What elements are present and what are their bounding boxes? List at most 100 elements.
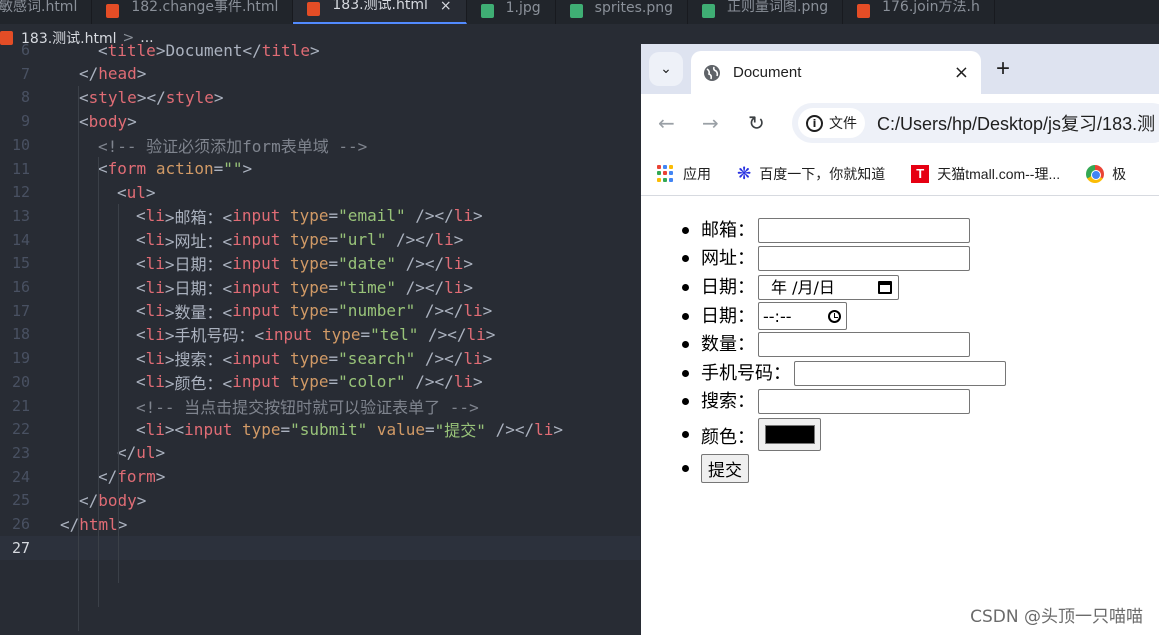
code-string-token: "url" bbox=[338, 230, 387, 250]
code-content: < li >日期：< input type = "time" /></li > bbox=[136, 275, 473, 299]
code-attr-token: type bbox=[290, 277, 329, 297]
code-text-token: > bbox=[553, 419, 564, 439]
code-text-token: >网址：< bbox=[164, 231, 233, 251]
line-number: 18 bbox=[11, 325, 30, 344]
editor-tab-label: 176.join方法.h bbox=[882, 0, 980, 15]
code-line[interactable]: 24 </form > bbox=[0, 465, 640, 489]
code-line[interactable]: 12 < ul > bbox=[0, 180, 640, 204]
code-line[interactable]: 8 < style ></style > bbox=[0, 85, 640, 109]
code-text-token: < bbox=[98, 159, 108, 178]
code-attr-token: type bbox=[290, 301, 329, 321]
reload-icon[interactable]: ↻ bbox=[748, 111, 765, 135]
color-input[interactable] bbox=[758, 417, 821, 451]
code-line[interactable]: 18 < li >手机号码：< input type = "tel" /></li > bbox=[0, 322, 640, 346]
code-line[interactable]: 11 < form action = "" > bbox=[0, 157, 640, 181]
code-text-token: = bbox=[328, 348, 339, 368]
number-input[interactable] bbox=[758, 332, 970, 358]
submit-button[interactable]: 提交 bbox=[701, 453, 749, 483]
site-info-chip[interactable]: i 文件 bbox=[798, 108, 865, 138]
watermark: CSDN @头顶一只喵喵 bbox=[970, 607, 1143, 627]
editor-tab-bar: 敏感词.html 182.change事件.html 183.测试.html × 1.j… bbox=[0, 0, 1159, 24]
browser-tab-document[interactable]: Document × bbox=[691, 51, 981, 94]
bookmark-apps[interactable]: 应用 bbox=[657, 164, 711, 184]
code-tag-token: li bbox=[145, 324, 165, 344]
code-text-token: < bbox=[98, 40, 108, 60]
code-text-token: > bbox=[136, 490, 147, 510]
editor-tab[interactable]: 182.change事件.html bbox=[92, 0, 294, 24]
code-line[interactable]: 10 <!-- 验证必须添加form表单域 --> bbox=[0, 133, 640, 157]
code-text-token: = bbox=[425, 419, 435, 439]
close-tab-icon[interactable]: × bbox=[954, 62, 969, 83]
code-line[interactable]: 23 </ul > bbox=[0, 441, 640, 465]
code-text-token: >日期：< bbox=[164, 279, 233, 298]
bookmark-baidu[interactable]: ❋ 百度一下，你就知道 bbox=[737, 164, 885, 184]
new-tab-button[interactable]: + bbox=[996, 55, 1010, 83]
editor-tab[interactable]: sprites.png bbox=[556, 0, 688, 24]
code-line[interactable]: 16 < li >日期：< input type = "time" /></li > bbox=[0, 275, 640, 299]
tab-search-button[interactable]: ⌄ bbox=[649, 52, 683, 86]
list-item-search: 搜索： bbox=[682, 388, 1006, 417]
editor-tab[interactable]: 正则量词图.png bbox=[688, 0, 844, 24]
code-editor[interactable]: 6 < title > Document </title >7 </head >8 < style >… bbox=[0, 41, 640, 635]
code-tag-token: li bbox=[466, 324, 486, 344]
code-text-token: >< bbox=[164, 419, 185, 439]
time-input[interactable]: --:-- bbox=[758, 302, 847, 331]
code-line[interactable]: 19 < li >搜索：< input type = "search" /></li > bbox=[0, 346, 640, 370]
forward-arrow-icon[interactable]: → bbox=[702, 111, 719, 135]
code-string-token: "" bbox=[223, 159, 243, 178]
tel-input[interactable] bbox=[794, 360, 1006, 386]
bookmark-tmall[interactable]: T 天猫tmall.com--理... bbox=[911, 164, 1060, 184]
code-text-token: < bbox=[136, 277, 146, 297]
code-line[interactable]: 25 </body> bbox=[0, 488, 640, 512]
clock-icon[interactable] bbox=[828, 309, 841, 323]
code-text-token: >颜色：< bbox=[164, 373, 233, 393]
editor-tab-label: 1.jpg bbox=[505, 0, 541, 16]
code-line[interactable]: 20 < li >颜色：< input type = "color" /></li > bbox=[0, 370, 640, 394]
number-label: 数量： bbox=[701, 334, 755, 356]
code-text-token: >日期：< bbox=[164, 255, 233, 275]
email-input[interactable] bbox=[758, 217, 970, 243]
code-line[interactable]: 26</html> bbox=[0, 512, 640, 536]
editor-tab[interactable]: 176.join方法.h bbox=[843, 0, 995, 24]
line-number: 7 bbox=[20, 64, 30, 83]
code-text-token: > bbox=[482, 301, 493, 321]
code-line[interactable]: 15 < li >日期：< input type = "date" /></li > bbox=[0, 251, 640, 275]
code-line[interactable]: 14 < li >网址：< input type = "url" /></li > bbox=[0, 228, 640, 252]
code-tag-token: ul bbox=[126, 182, 146, 202]
back-arrow-icon[interactable]: ← bbox=[658, 111, 675, 135]
code-text-token: >数量：< bbox=[164, 302, 233, 322]
editor-tab[interactable]: 183.测试.html × bbox=[293, 0, 467, 24]
calendar-icon[interactable] bbox=[878, 280, 892, 294]
code-attr-token: type bbox=[290, 253, 329, 273]
code-line[interactable]: 17 < li >数量：< input type = "number" /></li > bbox=[0, 299, 640, 323]
date-input[interactable]: 年 /月/日 bbox=[758, 274, 899, 300]
bookmark-chrome-label: 极 bbox=[1112, 165, 1127, 182]
code-string-token: "time" bbox=[338, 277, 396, 297]
code-line[interactable]: 6 < title > Document </title > bbox=[0, 38, 640, 62]
code-content: < li >日期：< input type = "date" /></li > bbox=[136, 251, 473, 275]
editor-tab-label: 182.change事件.html bbox=[131, 0, 279, 15]
bookmark-chrome[interactable]: 极 bbox=[1086, 164, 1126, 184]
code-line[interactable]: 13 < li >邮箱：< input type = "email" /></li > bbox=[0, 204, 640, 228]
bookmark-apps-label: 应用 bbox=[683, 165, 711, 182]
code-line[interactable]: 27 bbox=[0, 535, 640, 560]
close-tab-icon[interactable]: × bbox=[440, 0, 452, 14]
code-line[interactable]: 21 <!-- 当点击提交按钮时就可以验证表单了 --> bbox=[0, 394, 640, 418]
address-bar[interactable]: i 文件 C:/Users/hp/Desktop/js复习/183.测 bbox=[792, 103, 1159, 143]
code-line[interactable]: 7 </head > bbox=[0, 62, 640, 86]
code-line[interactable]: 9 < body > bbox=[0, 109, 640, 133]
search-input[interactable] bbox=[758, 389, 970, 415]
code-line[interactable]: 22 < li >< input type = "submit" value = "提交" />… bbox=[0, 417, 640, 441]
code-content: < ul > bbox=[117, 180, 156, 204]
url-text[interactable]: C:/Users/hp/Desktop/js复习/183.测 bbox=[877, 110, 1155, 136]
code-text-token: /></ bbox=[418, 324, 467, 344]
editor-tab[interactable]: 1.jpg bbox=[467, 0, 556, 24]
url-input[interactable] bbox=[758, 246, 970, 272]
code-text-token: > bbox=[136, 64, 147, 84]
editor-tab[interactable]: 敏感词.html bbox=[0, 0, 93, 24]
code-tag-token: li bbox=[145, 277, 165, 297]
